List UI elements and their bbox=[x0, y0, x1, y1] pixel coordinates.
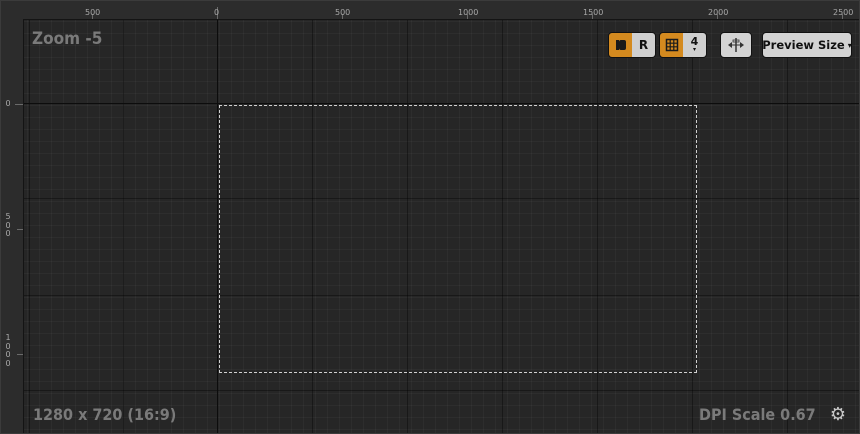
dpi-scale-label: DPI Scale 0.67 bbox=[699, 405, 816, 424]
grid-snap-value-dropdown[interactable]: 4 ▾ bbox=[683, 33, 706, 57]
grid-line bbox=[29, 20, 30, 433]
ruler-label: 0 bbox=[5, 99, 11, 108]
ruler-label: 1000 bbox=[458, 8, 479, 17]
ruler-label: 0 bbox=[214, 8, 220, 17]
ruler-tick bbox=[15, 104, 23, 105]
origin-axis-horizontal bbox=[24, 103, 859, 104]
respect-locks-toggle-group: R bbox=[608, 32, 656, 58]
flip-horizontal-icon bbox=[728, 38, 744, 52]
r-toggle-button[interactable]: R bbox=[632, 33, 655, 57]
ruler-label: 2000 bbox=[708, 8, 729, 17]
designer-viewport[interactable]: 500 0 500 1000 1500 2000 2500 0 5 0 0 1 … bbox=[0, 0, 860, 434]
ruler-label: 5 0 0 bbox=[5, 212, 11, 238]
grid-line bbox=[24, 390, 859, 391]
ruler-label: 2500 bbox=[833, 8, 854, 17]
left-ruler: 0 5 0 0 1 0 0 0 bbox=[1, 19, 24, 433]
zoom-level-label: Zoom -5 bbox=[32, 29, 103, 49]
respect-locks-button[interactable] bbox=[609, 33, 632, 57]
screen-bounds-outline bbox=[219, 105, 697, 373]
origin-axis-vertical bbox=[217, 20, 218, 433]
design-canvas[interactable]: Zoom -5 1280 x 720 (16:9) DPI Scale 0.67… bbox=[24, 20, 859, 433]
chevron-down-icon: ▾ bbox=[847, 40, 852, 50]
grid-snap-group: 4 ▾ bbox=[659, 32, 707, 58]
grid-snap-toggle-button[interactable] bbox=[660, 33, 683, 57]
grid-line bbox=[787, 20, 788, 433]
preview-size-dropdown[interactable]: Preview Size ▾ bbox=[762, 32, 852, 58]
grid-icon bbox=[665, 38, 678, 52]
grid-line bbox=[123, 20, 124, 433]
resolution-label: 1280 x 720 (16:9) bbox=[33, 405, 177, 424]
lock-toggle-icon bbox=[615, 40, 626, 50]
flip-horizontal-button[interactable] bbox=[720, 32, 752, 58]
ruler-label: 500 bbox=[85, 8, 101, 17]
ruler-label: 500 bbox=[335, 8, 351, 17]
ruler-tick bbox=[17, 229, 23, 230]
settings-gear-icon[interactable]: ⚙ bbox=[827, 404, 849, 426]
preview-size-label: Preview Size bbox=[762, 38, 845, 52]
top-ruler: 500 0 500 1000 1500 2000 2500 bbox=[1, 1, 859, 20]
ruler-tick bbox=[17, 354, 23, 355]
chevron-down-icon: ▾ bbox=[692, 46, 696, 53]
ruler-label: 1500 bbox=[583, 8, 604, 17]
ruler-label: 1 0 0 0 bbox=[5, 333, 11, 368]
